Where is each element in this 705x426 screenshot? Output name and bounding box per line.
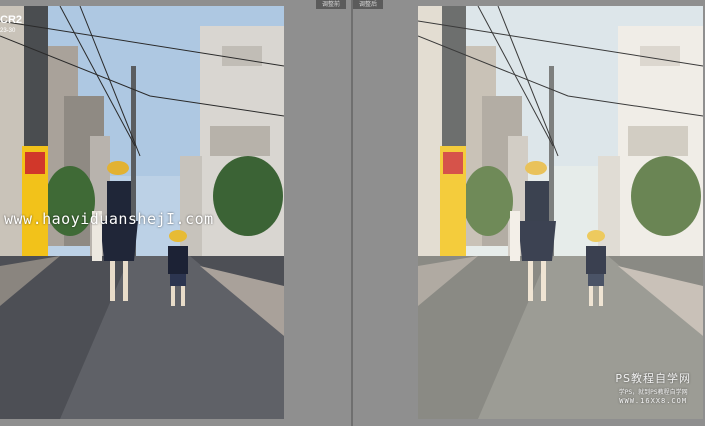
before-photo: CR2 23-30 www.haoyiduanshejI.com [0, 6, 284, 419]
logo-title: PS教程自学网 [615, 372, 691, 385]
after-photo: PS教程自学网 学PS，就到PS教程自学网 WWW.16XX8.COM [418, 6, 703, 419]
watermark-url: www.haoyiduanshejI.com [4, 210, 214, 228]
site-logo: PS教程自学网 学PS，就到PS教程自学网 WWW.16XX8.COM [615, 370, 691, 405]
after-panel: 调整后 PS教程自学网 学PS，就到PS教程自学网 WWW.16XX8.COM [353, 0, 705, 426]
before-label: 调整前 [316, 0, 347, 9]
logo-subtitle: 学PS，就到PS教程自学网 [618, 389, 688, 396]
logo-url: WWW.16XX8.COM [619, 397, 688, 405]
after-label: 调整后 [353, 0, 384, 9]
camera-sub-label: 23-30 [0, 28, 16, 34]
camera-label: CR2 [0, 14, 23, 26]
before-panel: 调整前 CR2 23-30 www.haoyiduanshejI.com [0, 0, 351, 426]
after-street-image [418, 6, 703, 419]
